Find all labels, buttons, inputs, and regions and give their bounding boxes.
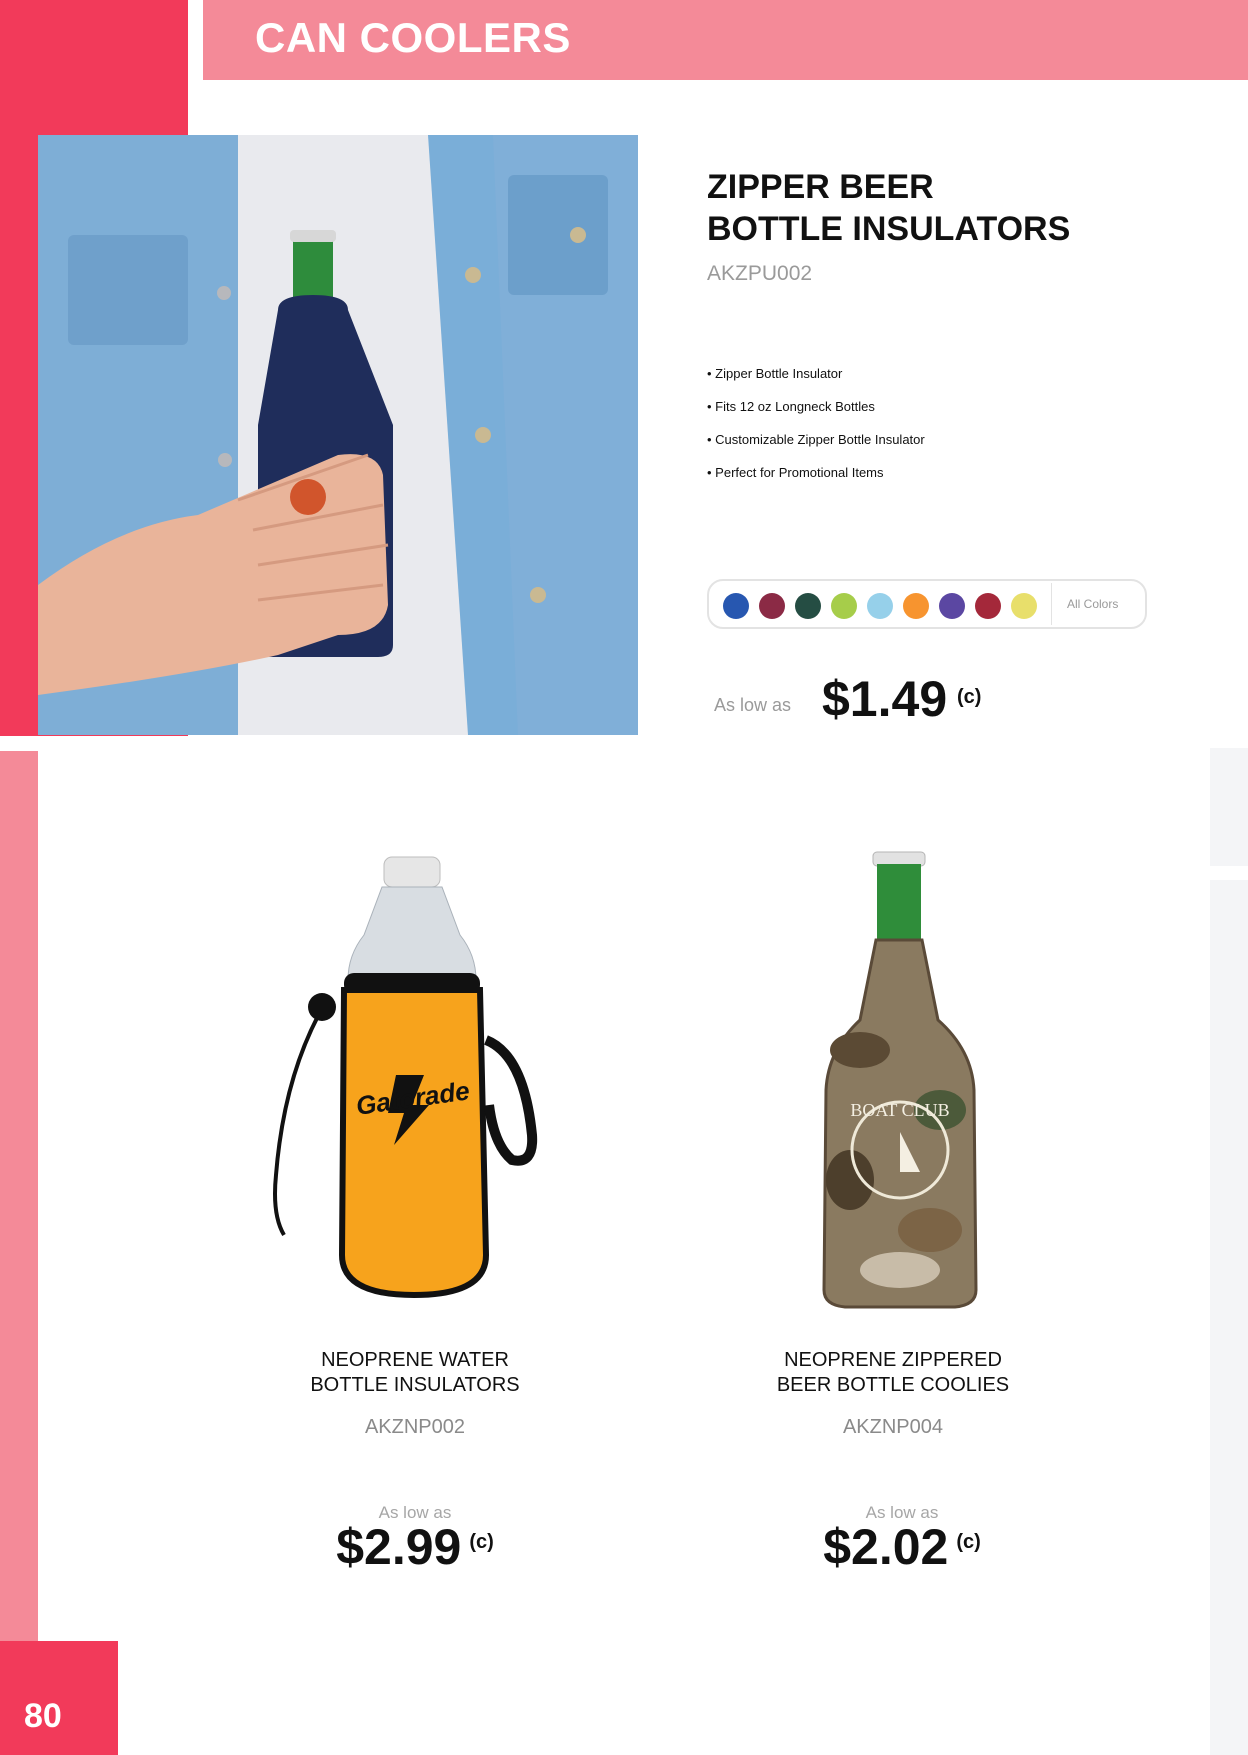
featured-title-line-1: ZIPPER BEER <box>707 168 934 206</box>
right-edge-panel-lower <box>1210 880 1248 1755</box>
left-accent-bar-lower <box>0 751 38 1651</box>
product-price-code: (c) <box>956 1531 981 1553</box>
zippered-beer-bottle-coolie-image: BOAT CLUB <box>750 850 1050 1320</box>
color-swatch[interactable] <box>759 593 785 619</box>
product-imprint-logo: BOAT CLUB <box>850 1100 949 1120</box>
color-swatch-bar: All Colors <box>707 579 1147 629</box>
bottle-in-hand-illustration <box>38 135 638 735</box>
product-sku: AKZNP004 <box>842 1416 944 1438</box>
section-title: CAN COOLERS <box>255 14 571 61</box>
color-swatch[interactable] <box>903 593 929 619</box>
right-edge-panel <box>1210 748 1248 866</box>
product-name-line-1: NEOPRENE WATER <box>321 1349 509 1371</box>
product-sku: AKZNP002 <box>364 1416 466 1438</box>
product-price-code: (c) <box>469 1531 494 1553</box>
water-bottle-insulator-image: Gatorade <box>264 855 564 1325</box>
featured-product-sku: AKZPU002 <box>707 262 813 285</box>
page-number: 80 <box>24 1697 62 1735</box>
product-name-line-2: BEER BOTTLE COOLIES <box>776 1374 1010 1396</box>
product-name-line-1: NEOPRENE ZIPPERED <box>784 1349 1002 1371</box>
product-name-line-2: BOTTLE INSULATORS <box>310 1374 520 1396</box>
feature-item: Fits 12 oz Longneck Bottles <box>707 399 925 432</box>
color-swatch[interactable] <box>795 593 821 619</box>
all-colors-link[interactable]: All Colors <box>1067 597 1118 611</box>
product-price: $2.02 <box>823 1519 949 1575</box>
color-swatch[interactable] <box>1011 593 1037 619</box>
color-swatch[interactable] <box>939 593 965 619</box>
featured-price: $1.49 <box>822 671 948 727</box>
featured-product-photo <box>38 135 638 735</box>
feature-list: Zipper Bottle Insulator Fits 12 oz Longn… <box>707 366 925 498</box>
product-name: NEOPRENE WATER BOTTLE INSULATORS <box>205 1348 625 1398</box>
color-swatch[interactable] <box>867 593 893 619</box>
color-swatch[interactable] <box>831 593 857 619</box>
featured-product-title: ZIPPER BEER BOTTLE INSULATORS <box>707 166 1070 250</box>
featured-price-code: (c) <box>957 686 982 708</box>
feature-item: Customizable Zipper Bottle Insulator <box>707 432 925 465</box>
feature-item: Perfect for Promotional Items <box>707 465 925 498</box>
featured-as-low-as-label: As low as <box>714 695 792 715</box>
product-price-row: $2.02 (c) <box>692 1518 1112 1576</box>
color-swatch[interactable] <box>723 593 749 619</box>
featured-title-line-2: BOTTLE INSULATORS <box>707 210 1071 248</box>
product-name: NEOPRENE ZIPPERED BEER BOTTLE COOLIES <box>683 1348 1103 1398</box>
feature-item: Zipper Bottle Insulator <box>707 366 925 399</box>
product-price: $2.99 <box>336 1519 462 1575</box>
color-swatch[interactable] <box>975 593 1001 619</box>
product-price-row: $2.99 (c) <box>205 1518 625 1576</box>
swatch-divider <box>1051 583 1052 625</box>
